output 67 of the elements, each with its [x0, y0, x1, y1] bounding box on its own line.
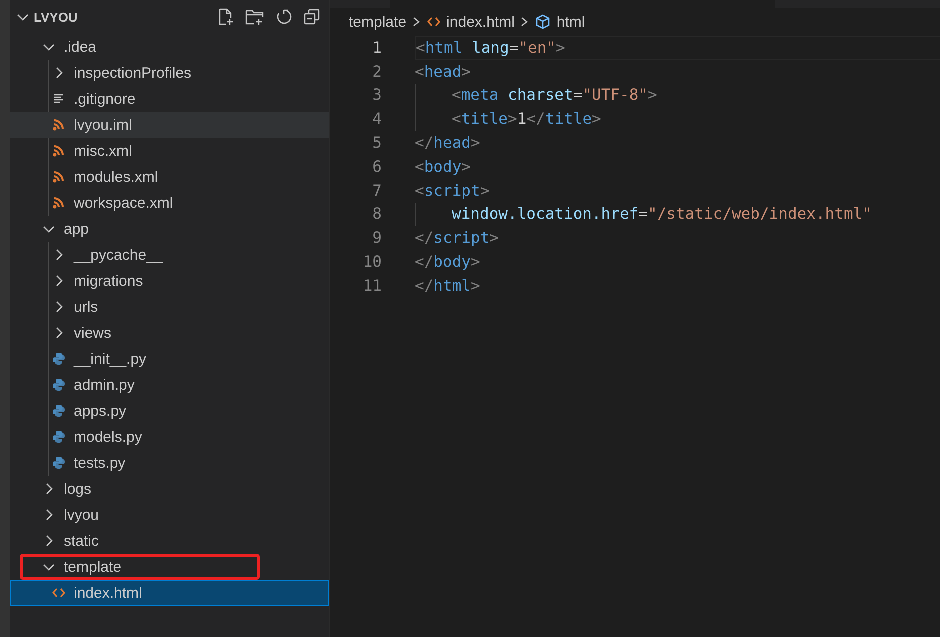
tree-item[interactable]: __init__.py: [10, 346, 329, 372]
line-number: 8: [372, 205, 383, 224]
tree-item[interactable]: __pycache__: [10, 242, 329, 268]
tree-item[interactable]: workspace.xml: [10, 190, 329, 216]
tree-item[interactable]: template: [10, 554, 329, 580]
breadcrumb-item[interactable]: html: [534, 14, 586, 30]
cube-icon: [534, 14, 551, 30]
tree-item[interactable]: app: [10, 216, 329, 242]
root-folder-label: LVYOU: [34, 10, 78, 24]
line-number: 2: [372, 62, 383, 81]
line-number: 4: [372, 110, 383, 128]
breadcrumb-item[interactable]: index.html: [426, 14, 515, 30]
tree-item[interactable]: models.py: [10, 424, 329, 450]
line-number: 10: [362, 253, 383, 272]
code-line: <head>: [415, 62, 472, 81]
tree-item[interactable]: apps.py: [10, 398, 329, 424]
chevron-icon: [412, 15, 422, 29]
tree-item[interactable]: views: [10, 320, 329, 346]
tree-item[interactable]: .gitignore: [10, 86, 329, 112]
python-icon: [52, 430, 66, 444]
python-icon: [52, 352, 66, 366]
feed-icon: [52, 118, 66, 132]
line-number: 1: [372, 38, 383, 57]
tree-item[interactable]: static: [10, 528, 329, 554]
collapse-all-icon[interactable]: [303, 8, 321, 26]
tree-item[interactable]: index.html: [10, 580, 329, 606]
tree-item[interactable]: modules.xml: [10, 164, 329, 190]
feed-icon: [52, 144, 66, 158]
code-line: </script>: [415, 229, 500, 248]
breadcrumb-item[interactable]: template: [349, 14, 407, 30]
code-brackets-icon: [52, 586, 66, 600]
python-icon: [52, 404, 66, 418]
tree-item[interactable]: admin.py: [10, 372, 329, 398]
tree-item[interactable]: migrations: [10, 268, 329, 294]
code-line: </body>: [415, 253, 480, 272]
line-number: 9: [372, 229, 383, 248]
lines-icon: [52, 92, 66, 106]
code-line: <html lang="en">: [416, 38, 566, 57]
line-number: 3: [372, 86, 383, 104]
code-line: </head>: [415, 134, 480, 152]
python-icon: [52, 378, 66, 392]
new-file-icon[interactable]: [217, 8, 235, 26]
code-line: window.location.href="/static/web/index.html": [452, 205, 872, 224]
python-icon: [52, 456, 66, 470]
tree-item[interactable]: lvyou: [10, 502, 329, 528]
line-number: 7: [372, 182, 383, 200]
code-line: <title>1</title>: [452, 110, 602, 128]
tree-item[interactable]: misc.xml: [10, 138, 329, 164]
tree-item[interactable]: tests.py: [10, 450, 329, 476]
feed-icon: [52, 170, 66, 184]
refresh-icon[interactable]: [275, 8, 293, 26]
chevron-icon: [520, 15, 530, 29]
code-line: <script>: [415, 182, 490, 200]
tree-item[interactable]: inspectionProfiles: [10, 60, 329, 86]
feed-icon: [52, 196, 66, 210]
code-line: </html>: [415, 276, 480, 295]
tree-item[interactable]: logs: [10, 476, 329, 502]
tree-item[interactable]: lvyou.iml: [10, 112, 329, 138]
code-line: <meta charset="UTF-8">: [452, 86, 658, 104]
tree-item[interactable]: urls: [10, 294, 329, 320]
code-brackets-icon: [426, 15, 441, 29]
line-number: 6: [372, 158, 383, 176]
line-number: 11: [362, 276, 383, 295]
line-number: 5: [372, 134, 383, 152]
new-folder-icon[interactable]: [245, 8, 265, 26]
code-line: <body>: [415, 158, 472, 176]
tree-item[interactable]: .idea: [10, 34, 329, 60]
